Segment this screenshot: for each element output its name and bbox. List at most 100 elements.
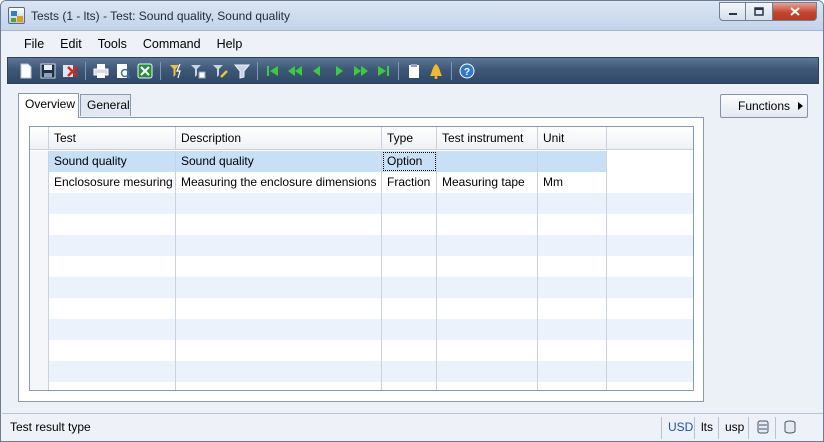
empty-row[interactable] (30, 382, 693, 390)
empty-cell[interactable] (49, 361, 176, 382)
database-alt-status[interactable] (775, 417, 804, 439)
title-bar[interactable]: Tests (1 - lts) - Test: Sound quality, S… (1, 1, 823, 31)
empty-cell[interactable] (437, 193, 538, 214)
empty-row[interactable] (30, 256, 693, 277)
cell-type[interactable]: Fraction (382, 172, 437, 193)
empty-cell[interactable] (437, 277, 538, 298)
print-preview-button[interactable] (113, 61, 133, 81)
cell-description[interactable]: Measuring the enclosure dimensions (176, 172, 382, 193)
empty-cell[interactable] (176, 193, 382, 214)
empty-cell[interactable] (437, 235, 538, 256)
empty-cell[interactable] (176, 235, 382, 256)
empty-cell[interactable] (437, 361, 538, 382)
print-button[interactable] (91, 61, 111, 81)
cell-type[interactable]: Option (382, 151, 437, 172)
previous-page-button[interactable] (285, 61, 305, 81)
empty-cell[interactable] (49, 298, 176, 319)
empty-cell[interactable] (382, 193, 437, 214)
minimize-button[interactable] (719, 2, 746, 21)
empty-cell[interactable] (49, 193, 176, 214)
functions-button[interactable]: Functions (720, 94, 808, 118)
empty-cell[interactable] (49, 319, 176, 340)
empty-cell[interactable] (382, 277, 437, 298)
last-record-button[interactable] (373, 61, 393, 81)
filter-by-selection-button[interactable] (166, 61, 186, 81)
empty-cell[interactable] (437, 256, 538, 277)
empty-cell[interactable] (437, 298, 538, 319)
new-button[interactable] (16, 61, 36, 81)
menu-tools[interactable]: Tools (90, 32, 135, 56)
empty-cell[interactable] (437, 340, 538, 361)
cell-test-instrument[interactable] (437, 151, 538, 172)
empty-cell[interactable] (176, 256, 382, 277)
empty-cell[interactable] (538, 382, 607, 390)
cell-test-instrument[interactable]: Measuring tape (437, 172, 538, 193)
empty-row[interactable] (30, 277, 693, 298)
column-header-unit[interactable]: Unit (538, 127, 607, 150)
cell-description[interactable]: Sound quality (176, 151, 382, 172)
save-button[interactable] (38, 61, 58, 81)
document-handling-button[interactable] (404, 61, 424, 81)
empty-cell[interactable] (49, 214, 176, 235)
empty-cell[interactable] (382, 298, 437, 319)
help-button[interactable]: ? (457, 61, 477, 81)
table-row[interactable]: Sound quality Sound quality Option (30, 151, 693, 172)
alert-button[interactable] (426, 61, 446, 81)
filter-by-grid-button[interactable] (188, 61, 208, 81)
empty-cell[interactable] (437, 214, 538, 235)
tab-general[interactable]: General (80, 94, 131, 116)
empty-cell[interactable] (176, 214, 382, 235)
empty-cell[interactable] (538, 193, 607, 214)
tab-overview[interactable]: Overview (18, 93, 79, 118)
empty-cell[interactable] (382, 361, 437, 382)
database-status[interactable] (748, 417, 777, 439)
next-record-button[interactable] (329, 61, 349, 81)
first-record-button[interactable] (263, 61, 283, 81)
previous-record-button[interactable] (307, 61, 327, 81)
remove-filter-button[interactable] (232, 61, 252, 81)
empty-cell[interactable] (538, 319, 607, 340)
empty-row[interactable] (30, 340, 693, 361)
empty-cell[interactable] (176, 319, 382, 340)
empty-cell[interactable] (49, 256, 176, 277)
empty-cell[interactable] (382, 340, 437, 361)
empty-cell[interactable] (538, 235, 607, 256)
column-header-type[interactable]: Type (382, 127, 437, 150)
column-header-description[interactable]: Description (176, 127, 382, 150)
maximize-button[interactable] (746, 2, 773, 21)
empty-cell[interactable] (176, 277, 382, 298)
empty-cell[interactable] (382, 214, 437, 235)
next-page-button[interactable] (351, 61, 371, 81)
empty-cell[interactable] (49, 235, 176, 256)
empty-row[interactable] (30, 319, 693, 340)
empty-cell[interactable] (382, 382, 437, 390)
empty-cell[interactable] (176, 298, 382, 319)
column-header-test-instrument[interactable]: Test instrument (437, 127, 538, 150)
empty-cell[interactable] (49, 340, 176, 361)
menu-edit[interactable]: Edit (52, 32, 90, 56)
empty-cell[interactable] (49, 277, 176, 298)
empty-cell[interactable] (538, 361, 607, 382)
column-header-test[interactable]: Test (49, 127, 176, 150)
tests-grid[interactable]: Test Description Type Test instrument Un… (29, 126, 694, 391)
menu-help[interactable]: Help (209, 32, 251, 56)
empty-cell[interactable] (437, 382, 538, 390)
empty-cell[interactable] (437, 319, 538, 340)
menu-command[interactable]: Command (135, 32, 209, 56)
empty-row[interactable] (30, 361, 693, 382)
export-excel-button[interactable] (135, 61, 155, 81)
empty-cell[interactable] (382, 256, 437, 277)
empty-cell[interactable] (538, 277, 607, 298)
close-button[interactable] (773, 2, 817, 21)
empty-cell[interactable] (382, 235, 437, 256)
empty-cell[interactable] (538, 340, 607, 361)
empty-cell[interactable] (176, 340, 382, 361)
empty-row[interactable] (30, 235, 693, 256)
empty-cell[interactable] (176, 361, 382, 382)
empty-cell[interactable] (49, 382, 176, 390)
empty-row[interactable] (30, 214, 693, 235)
empty-cell[interactable] (538, 214, 607, 235)
advanced-filter-button[interactable] (210, 61, 230, 81)
empty-cell[interactable] (538, 298, 607, 319)
cell-unit[interactable] (538, 151, 607, 172)
